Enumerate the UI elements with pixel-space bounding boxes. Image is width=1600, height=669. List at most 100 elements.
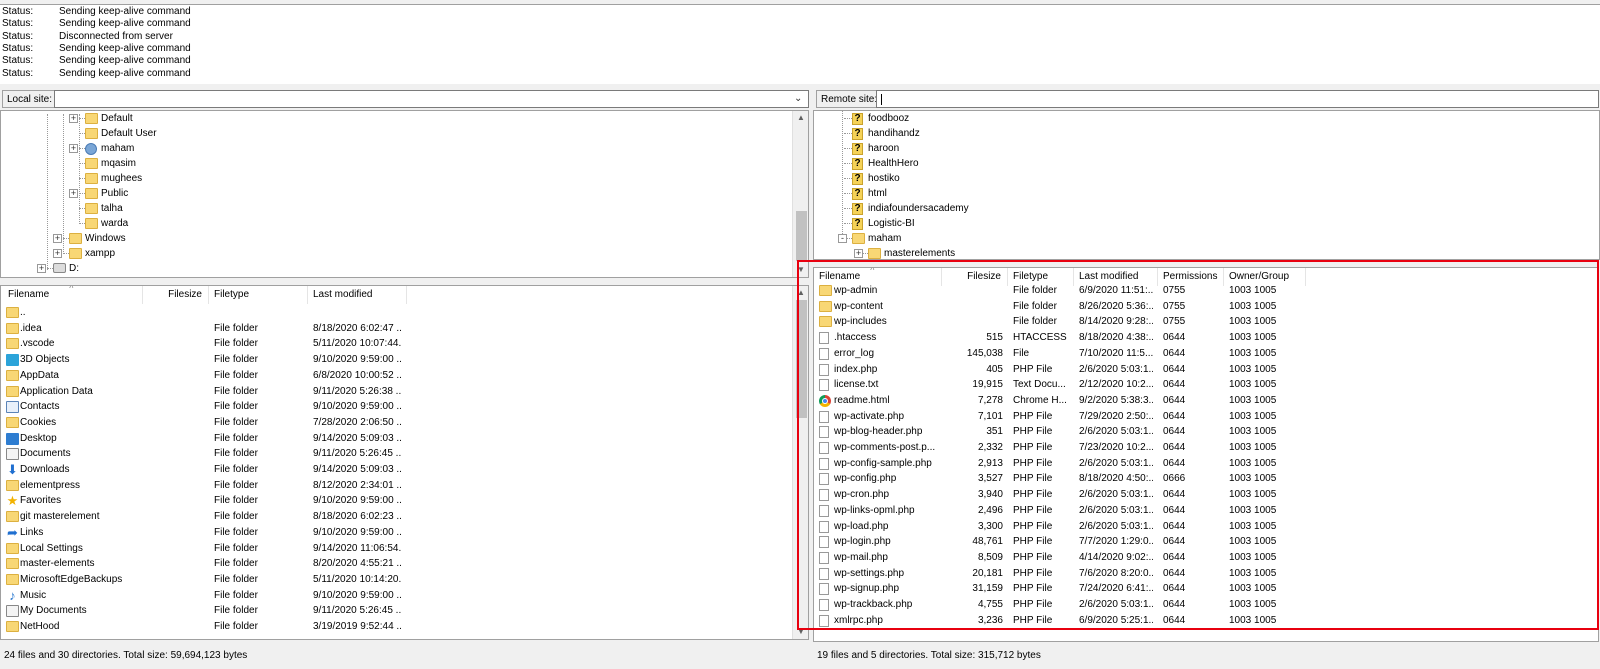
remote-tree-item-haroon[interactable]: ? haroon	[814, 141, 1574, 156]
tree-item-public[interactable]: + Public	[1, 186, 781, 201]
file-row[interactable]: wp-signup.php 31,159 PHP File 7/24/2020 6:4…	[814, 581, 1594, 597]
file-row[interactable]: master-elements File folder 8/20/2020 4:55…	[1, 556, 791, 572]
file-row[interactable]: wp-admin File folder 6/9/2020 11:51:... 075…	[814, 283, 1594, 299]
file-row[interactable]: Documents File folder 9/11/2020 5:26:45 ..…	[1, 446, 791, 462]
expand-icon[interactable]: +	[69, 144, 78, 153]
expand-icon[interactable]: +	[37, 264, 46, 273]
expand-icon[interactable]: +	[53, 234, 62, 243]
local-list-scrollbar[interactable]: ▲ ▼	[792, 286, 808, 639]
scroll-down-icon[interactable]: ▼	[793, 263, 808, 277]
file-row[interactable]: wp-content File folder 8/26/2020 5:36:... 0…	[814, 299, 1594, 315]
expand-icon[interactable]: +	[69, 114, 78, 123]
local-directory-tree[interactable]: ▲ ▼ + Default Default User + maham mqasim mugh…	[0, 110, 809, 278]
tree-item-mughees[interactable]: mughees	[1, 171, 781, 186]
expand-icon[interactable]: +	[69, 189, 78, 198]
file-row[interactable]: Contacts File folder 9/10/2020 9:59:00 ...	[1, 399, 791, 415]
remote-site-input[interactable]	[876, 90, 1599, 108]
remote-tree-item-indiafoundersacademy[interactable]: ? indiafoundersacademy	[814, 201, 1574, 216]
file-row[interactable]: ★ Favorites File folder 9/10/2020 9:59:00 .…	[1, 493, 791, 509]
file-row[interactable]: git masterelement File folder 8/18/2020 6:…	[1, 509, 791, 525]
file-row[interactable]: .idea File folder 8/18/2020 6:02:47 ...	[1, 321, 791, 337]
file-row[interactable]: Local Settings File folder 9/14/2020 11:06…	[1, 541, 791, 557]
filesize-cell	[148, 336, 204, 352]
file-row[interactable]: AppData File folder 6/8/2020 10:00:52 ...	[1, 368, 791, 384]
permissions-cell: 0755	[1163, 285, 1186, 296]
folder-icon	[85, 218, 98, 229]
file-row[interactable]: Application Data File folder 9/11/2020 5:2…	[1, 384, 791, 400]
file-row[interactable]: .htaccess 515 HTACCESS ... 8/18/2020 4:38:.…	[814, 330, 1594, 346]
file-row[interactable]: ⬇ Downloads File folder 9/14/2020 5:09:03 .…	[1, 462, 791, 478]
file-row[interactable]: Cookies File folder 7/28/2020 2:06:50 ...	[1, 415, 791, 431]
filetype-cell: PHP File	[1013, 473, 1053, 485]
log-type: Status:	[2, 6, 34, 17]
file-row[interactable]: wp-mail.php 8,509 PHP File 4/14/2020 9:02:.…	[814, 550, 1594, 566]
local-tree-scrollbar[interactable]: ▲ ▼	[792, 111, 808, 277]
tree-item-d-[interactable]: + D:	[1, 261, 781, 276]
remote-tree-item-logistic-bi[interactable]: ? Logistic-BI	[814, 216, 1574, 231]
column-header-last-modified[interactable]: Last modified	[308, 286, 407, 304]
collapse-icon[interactable]: -	[838, 234, 847, 243]
file-row[interactable]: ♪ Music File folder 9/10/2020 9:59:00 ...	[1, 588, 791, 604]
folder-icon	[852, 233, 865, 244]
file-row[interactable]: wp-config.php 3,527 PHP File 8/18/2020 4:50…	[814, 471, 1594, 487]
file-row[interactable]: error_log 145,038 File 7/10/2020 11:5... 064…	[814, 346, 1594, 362]
file-row[interactable]: wp-links-opml.php 2,496 PHP File 2/6/2020 5…	[814, 503, 1594, 519]
file-row[interactable]: 3D Objects File folder 9/10/2020 9:59:00 .…	[1, 352, 791, 368]
expand-icon[interactable]: +	[53, 249, 62, 258]
file-row[interactable]: .vscode File folder 5/11/2020 10:07:44...	[1, 336, 791, 352]
scroll-up-icon[interactable]: ▲	[793, 286, 808, 300]
file-row[interactable]: readme.html 7,278 Chrome H... 9/2/2020 5:38…	[814, 393, 1594, 409]
file-row[interactable]: wp-load.php 3,300 PHP File 2/6/2020 5:03:1.…	[814, 519, 1594, 535]
tree-item-xampp[interactable]: + xampp	[1, 246, 781, 261]
local-site-input[interactable]: ⌄	[54, 90, 809, 108]
tree-item-windows[interactable]: + Windows	[1, 231, 781, 246]
scroll-up-icon[interactable]: ▲	[793, 111, 808, 125]
file-row[interactable]: wp-login.php 48,761 PHP File 7/7/2020 1:29:…	[814, 534, 1594, 550]
remote-tree-item-hostiko[interactable]: ? hostiko	[814, 171, 1574, 186]
file-row[interactable]: ➦ Links File folder 9/10/2020 9:59:00 ...	[1, 525, 791, 541]
tree-item-default[interactable]: + Default	[1, 111, 781, 126]
file-row[interactable]: wp-comments-post.p... 2,332 PHP File 7/23/2…	[814, 440, 1594, 456]
chevron-down-icon[interactable]: ⌄	[794, 93, 804, 105]
local-file-list[interactable]: ▲ ▼ Filename Filesize Filetype Last modifie…	[0, 285, 809, 640]
remote-tree-item-masterelements[interactable]: + masterelements	[814, 246, 1574, 259]
tree-item-maham[interactable]: + maham	[1, 141, 781, 156]
scroll-down-icon[interactable]: ▼	[793, 625, 808, 639]
column-header-filetype[interactable]: Filetype	[209, 286, 308, 304]
tree-item-warda[interactable]: warda	[1, 216, 781, 231]
remote-file-list[interactable]: Filename Filesize Filetype Last modified Per…	[813, 267, 1599, 642]
tree-item-talha[interactable]: talha	[1, 201, 781, 216]
file-row[interactable]: wp-config-sample.php 2,913 PHP File 2/6/202…	[814, 456, 1594, 472]
remote-tree-item-maham[interactable]: - maham	[814, 231, 1574, 246]
file-row[interactable]: wp-activate.php 7,101 PHP File 7/29/2020 2:…	[814, 409, 1594, 425]
remote-tree-item-foodbooz[interactable]: ? foodbooz	[814, 111, 1574, 126]
column-header-filesize[interactable]: Filesize	[143, 286, 209, 304]
file-row[interactable]: wp-includes File folder 8/14/2020 9:28:...…	[814, 314, 1594, 330]
filename-cell: wp-config.php	[834, 473, 897, 485]
scroll-thumb[interactable]	[796, 211, 807, 261]
tree-item-default-user[interactable]: Default User	[1, 126, 781, 141]
scroll-thumb[interactable]	[796, 300, 807, 418]
file-row[interactable]: wp-settings.php 20,181 PHP File 7/6/2020 8:…	[814, 566, 1594, 582]
remote-tree-item-healthhero[interactable]: ? HealthHero	[814, 156, 1574, 171]
remote-directory-tree[interactable]: ? foodbooz? handihandz? haroon? HealthHero? h…	[813, 110, 1600, 260]
file-row[interactable]: Desktop File folder 9/14/2020 5:09:03 ...	[1, 431, 791, 447]
file-row[interactable]: ..	[1, 305, 791, 321]
file-row[interactable]: My Documents File folder 9/11/2020 5:26:45…	[1, 603, 791, 619]
filename-cell: wp-blog-header.php	[834, 426, 923, 438]
file-row[interactable]: wp-blog-header.php 351 PHP File 2/6/2020 5:…	[814, 424, 1594, 440]
file-row[interactable]: elementpress File folder 8/12/2020 2:34:01…	[1, 478, 791, 494]
expand-icon[interactable]: +	[854, 249, 863, 258]
file-row[interactable]: wp-cron.php 3,940 PHP File 2/6/2020 5:03:1.…	[814, 487, 1594, 503]
file-row[interactable]: xmlrpc.php 3,236 PHP File 6/9/2020 5:25:1..…	[814, 613, 1594, 629]
file-row[interactable]: index.php 405 PHP File 2/6/2020 5:03:1... 06…	[814, 362, 1594, 378]
remote-tree-item-html[interactable]: ? html	[814, 186, 1574, 201]
filename-cell: Downloads	[20, 464, 70, 475]
file-row[interactable]: license.txt 19,915 Text Docu... 2/12/2020 1…	[814, 377, 1594, 393]
file-row[interactable]: NetHood File folder 3/19/2019 9:52:44 ...	[1, 619, 791, 635]
file-row[interactable]: MicrosoftEdgeBackups File folder 5/11/2020…	[1, 572, 791, 588]
remote-tree-item-handihandz[interactable]: ? handihandz	[814, 126, 1574, 141]
message-log[interactable]: Status: Sending keep-alive command Status:…	[0, 4, 1600, 84]
tree-item-mqasim[interactable]: mqasim	[1, 156, 781, 171]
file-row[interactable]: wp-trackback.php 4,755 PHP File 2/6/2020 5:…	[814, 597, 1594, 613]
